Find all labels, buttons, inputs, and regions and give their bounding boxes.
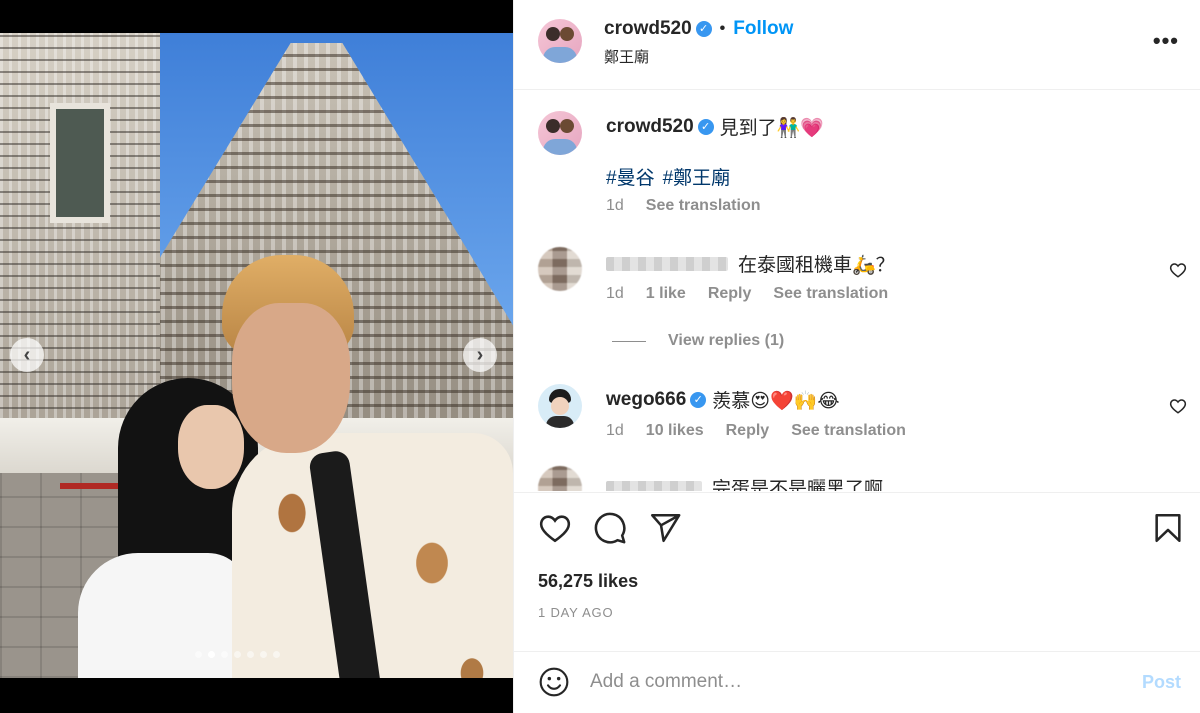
carousel-dots (195, 651, 280, 658)
save-bookmark-icon[interactable] (1151, 511, 1185, 545)
carousel-dot (247, 651, 254, 658)
post-photo[interactable] (0, 33, 513, 678)
boy-face (232, 303, 350, 453)
blurred-username[interactable] (606, 480, 702, 491)
comment-likes[interactable]: 10 likes (646, 422, 704, 440)
header-username[interactable]: crowd520 (604, 18, 692, 40)
verified-badge-icon: ✓ (695, 21, 712, 37)
likes-count[interactable]: 56,275 likes (538, 571, 638, 592)
add-comment-bar: Post (514, 651, 1200, 713)
chevron-right-icon: › (476, 343, 484, 366)
hashtag-link[interactable]: #曼谷 (606, 168, 655, 189)
comment-time[interactable]: 1d (606, 285, 624, 303)
like-heart-icon[interactable] (538, 511, 572, 545)
more-options-icon[interactable]: ••• (1153, 28, 1179, 54)
caption-text: 見到了👫💗 (719, 118, 824, 139)
carousel-next-button[interactable]: › (463, 338, 497, 372)
caption-hashtags: #曼谷 #鄭王廟 (606, 163, 738, 190)
comment-username[interactable]: wego666 (606, 389, 686, 411)
comments-list[interactable]: crowd520 ✓ 見到了👫💗 #曼谷 #鄭王廟 1d See translat… (514, 91, 1200, 491)
post-details-panel: crowd520 ✓ • Follow 鄭王廟 ••• crowd520 ✓ 見… (513, 0, 1200, 713)
post-header: crowd520 ✓ • Follow 鄭王廟 ••• (514, 0, 1200, 90)
avatar[interactable] (538, 466, 582, 491)
caption-time[interactable]: 1d (606, 197, 624, 215)
comment-text: 羨慕😍❤️🙌😂 (712, 391, 840, 412)
avatar[interactable] (538, 247, 582, 291)
view-replies-label: View replies (1) (668, 332, 785, 349)
carousel-dot (208, 651, 215, 658)
share-send-icon[interactable] (648, 511, 682, 545)
avatar[interactable] (538, 384, 582, 428)
carousel-dot (260, 651, 267, 658)
replies-divider (612, 340, 646, 342)
girl-face (178, 405, 244, 489)
comment-bubble-icon[interactable] (593, 511, 627, 545)
reply-button[interactable]: Reply (708, 285, 752, 303)
comment-likes[interactable]: 1 like (646, 285, 686, 303)
view-replies-button[interactable]: View replies (1) (612, 332, 784, 350)
like-comment-heart-icon[interactable] (1169, 261, 1187, 279)
like-comment-heart-icon[interactable] (1169, 397, 1187, 415)
location-link[interactable]: 鄭王廟 (604, 46, 649, 67)
verified-badge-icon: ✓ (690, 391, 707, 408)
caption-username[interactable]: crowd520 (606, 116, 694, 138)
blurred-username[interactable] (606, 256, 728, 271)
temple-window (50, 103, 110, 223)
carousel-dot (273, 651, 280, 658)
carousel-dot (221, 651, 228, 658)
verified-badge-icon: ✓ (697, 118, 714, 135)
see-translation-button[interactable]: See translation (791, 422, 906, 440)
emoji-smiley-icon[interactable] (538, 666, 570, 698)
comment-text: 完蛋是不是曬黑了啊 (712, 479, 884, 491)
comment-input[interactable] (590, 666, 1110, 698)
reply-button[interactable]: Reply (726, 422, 770, 440)
girl-shirt (78, 553, 248, 678)
see-translation-button[interactable]: See translation (646, 197, 761, 215)
see-translation-button[interactable]: See translation (773, 285, 888, 303)
carousel-dot (195, 651, 202, 658)
header-separator: • (719, 20, 726, 37)
carousel-prev-button[interactable]: ‹ (10, 338, 44, 372)
comment-text: 在泰國租機車🛵？ (738, 255, 895, 276)
post-date[interactable]: 1 DAY AGO (538, 605, 613, 620)
chevron-left-icon: ‹ (23, 343, 31, 366)
avatar[interactable] (538, 19, 582, 63)
follow-button[interactable]: Follow (733, 18, 793, 40)
hashtag-link[interactable]: #鄭王廟 (663, 168, 731, 189)
media-pane: ‹ › (0, 0, 513, 713)
post-comment-button[interactable]: Post (1142, 672, 1181, 693)
comment-time[interactable]: 1d (606, 422, 624, 440)
carousel-dot (234, 651, 241, 658)
avatar[interactable] (538, 111, 582, 155)
